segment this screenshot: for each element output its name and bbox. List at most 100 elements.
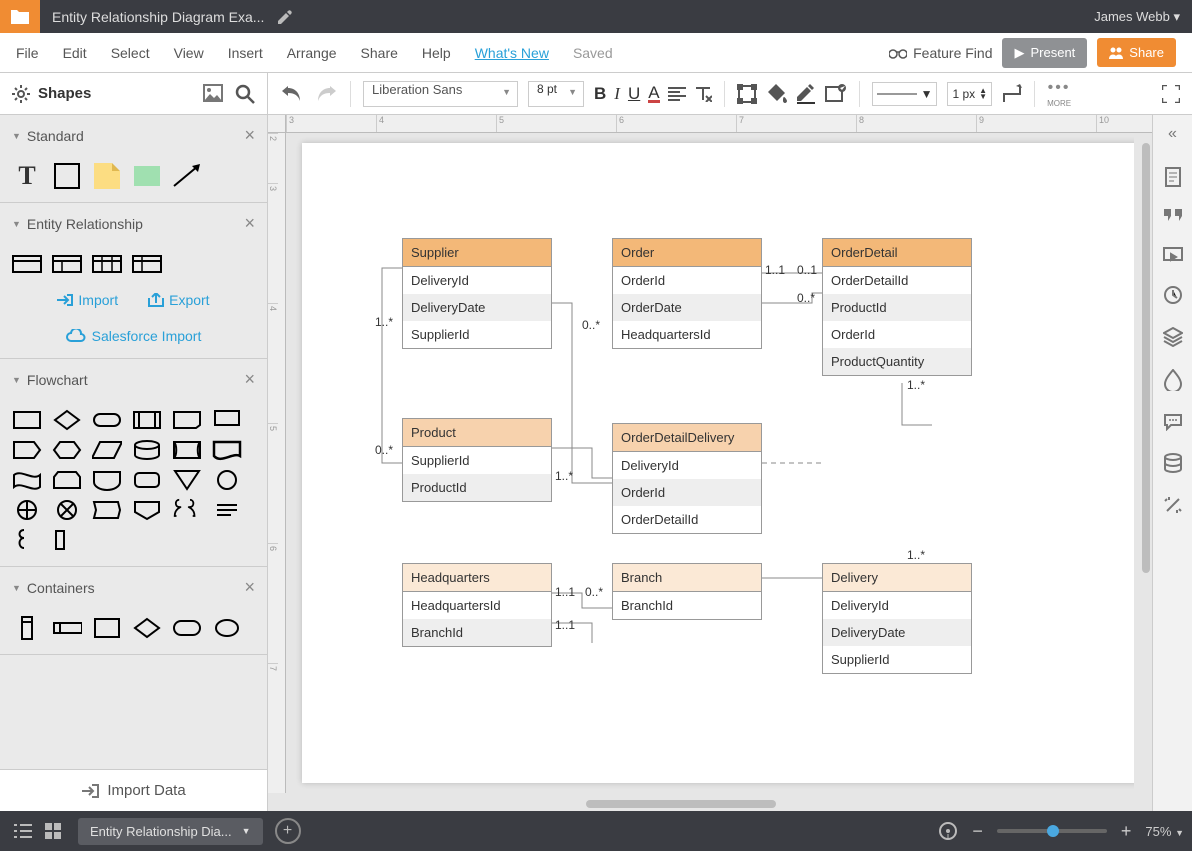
- search-icon[interactable]: [235, 84, 255, 104]
- theme-icon[interactable]: [1164, 369, 1182, 391]
- menu-edit[interactable]: Edit: [51, 45, 99, 61]
- image-icon[interactable]: [203, 84, 223, 102]
- entity-product[interactable]: Product SupplierId ProductId: [402, 418, 552, 502]
- list-view-icon[interactable]: [8, 816, 38, 846]
- flowchart-shape[interactable]: [12, 468, 42, 492]
- salesforce-import-link[interactable]: Salesforce Import: [12, 324, 255, 344]
- font-select[interactable]: Liberation Sans: [363, 81, 518, 107]
- user-menu[interactable]: James Webb ▾: [1082, 9, 1192, 25]
- container-shape[interactable]: [52, 616, 82, 640]
- zoom-slider[interactable]: [997, 829, 1107, 833]
- fill-bucket-icon[interactable]: [767, 84, 787, 104]
- menu-select[interactable]: Select: [99, 45, 162, 61]
- entity-supplier[interactable]: Supplier DeliveryId DeliveryDate Supplie…: [402, 238, 552, 349]
- flowchart-shape[interactable]: [92, 408, 122, 432]
- panel-header-flowchart[interactable]: Flowchart×: [0, 359, 267, 400]
- note-shape[interactable]: [92, 164, 122, 188]
- panel-header-containers[interactable]: Containers×: [0, 567, 267, 608]
- container-shape[interactable]: [212, 616, 242, 640]
- magic-icon[interactable]: [1163, 495, 1183, 515]
- er-shape-2[interactable]: [52, 252, 82, 276]
- flowchart-shape[interactable]: [132, 438, 162, 462]
- container-shape[interactable]: [12, 616, 42, 640]
- bold-button[interactable]: B: [594, 84, 606, 104]
- entity-order-detail[interactable]: OrderDetail OrderDetailId ProductId Orde…: [822, 238, 972, 376]
- align-icon[interactable]: [668, 87, 686, 101]
- flowchart-shape[interactable]: [52, 528, 82, 552]
- er-shape-4[interactable]: [132, 252, 162, 276]
- line-style-select[interactable]: ▼: [872, 82, 938, 106]
- gear-icon[interactable]: [12, 85, 30, 103]
- container-shape[interactable]: [172, 616, 202, 640]
- target-icon[interactable]: [938, 821, 958, 841]
- connector-icon[interactable]: [1002, 84, 1022, 104]
- import-data-button[interactable]: Import Data: [0, 769, 267, 811]
- flowchart-shape[interactable]: [212, 408, 242, 432]
- export-link[interactable]: Export: [148, 292, 209, 308]
- canvas[interactable]: Supplier DeliveryId DeliveryDate Supplie…: [286, 133, 1134, 793]
- history-icon[interactable]: [1163, 285, 1183, 305]
- flowchart-shape[interactable]: [12, 438, 42, 462]
- flowchart-shape[interactable]: [52, 438, 82, 462]
- shape-fill-icon[interactable]: [737, 84, 757, 104]
- block-shape[interactable]: [132, 164, 162, 188]
- er-shape-3[interactable]: [92, 252, 122, 276]
- underline-button[interactable]: U: [628, 84, 640, 104]
- close-icon[interactable]: ×: [244, 369, 255, 390]
- fullscreen-icon[interactable]: [1162, 85, 1180, 103]
- flowchart-shape[interactable]: [92, 468, 122, 492]
- text-shape[interactable]: T: [12, 164, 42, 188]
- vertical-scrollbar[interactable]: [1138, 133, 1152, 775]
- close-icon[interactable]: ×: [244, 577, 255, 598]
- italic-button[interactable]: I: [614, 84, 620, 104]
- container-shape[interactable]: [132, 616, 162, 640]
- page[interactable]: Supplier DeliveryId DeliveryDate Supplie…: [302, 143, 1134, 783]
- flowchart-shape[interactable]: [172, 408, 202, 432]
- menu-arrange[interactable]: Arrange: [275, 45, 349, 61]
- feature-find[interactable]: Feature Find: [889, 45, 992, 61]
- menu-share[interactable]: Share: [349, 45, 410, 61]
- flowchart-shape[interactable]: [52, 498, 82, 522]
- flowchart-shape[interactable]: [12, 528, 42, 552]
- zoom-in-button[interactable]: +: [1121, 821, 1132, 842]
- rect-shape[interactable]: [52, 164, 82, 188]
- font-size-select[interactable]: 8 pt: [528, 81, 584, 107]
- share-button[interactable]: Share: [1097, 38, 1176, 67]
- close-icon[interactable]: ×: [244, 125, 255, 146]
- flowchart-shape[interactable]: [172, 438, 202, 462]
- zoom-out-button[interactable]: −: [972, 821, 983, 842]
- data-icon[interactable]: [1163, 453, 1183, 473]
- comments-icon[interactable]: [1163, 413, 1183, 431]
- container-shape[interactable]: [92, 616, 122, 640]
- menu-insert[interactable]: Insert: [216, 45, 275, 61]
- menu-whats-new[interactable]: What's New: [463, 45, 561, 61]
- menu-file[interactable]: File: [4, 45, 51, 61]
- present-button[interactable]: ▶ Present: [1002, 38, 1087, 68]
- border-color-icon[interactable]: [797, 84, 815, 104]
- flowchart-shape[interactable]: [212, 468, 242, 492]
- undo-button[interactable]: [280, 82, 304, 106]
- font-color-button[interactable]: A: [648, 85, 659, 103]
- page-settings-icon[interactable]: [1164, 167, 1182, 187]
- layers-icon[interactable]: [1163, 327, 1183, 347]
- grid-view-icon[interactable]: [38, 816, 68, 846]
- flowchart-shape[interactable]: [172, 498, 202, 522]
- quote-icon[interactable]: [1164, 209, 1182, 223]
- import-link[interactable]: Import: [57, 292, 118, 308]
- flowchart-shape[interactable]: [12, 408, 42, 432]
- doc-title[interactable]: Entity Relationship Diagram Exa...: [40, 9, 1082, 25]
- entity-delivery[interactable]: Delivery DeliveryId DeliveryDate Supplie…: [822, 563, 972, 674]
- add-page-button[interactable]: +: [275, 818, 301, 844]
- close-icon[interactable]: ×: [244, 213, 255, 234]
- flowchart-shape[interactable]: [92, 438, 122, 462]
- flowchart-shape[interactable]: [212, 498, 242, 522]
- shape-style-icon[interactable]: [825, 84, 847, 104]
- entity-branch[interactable]: Branch BranchId: [612, 563, 762, 620]
- entity-order-detail-delivery[interactable]: OrderDetailDelivery DeliveryId OrderId O…: [612, 423, 762, 534]
- panel-header-standard[interactable]: Standard×: [0, 115, 267, 156]
- er-shape-1[interactable]: [12, 252, 42, 276]
- redo-button[interactable]: [314, 82, 338, 106]
- more-button[interactable]: •••MORE: [1047, 79, 1071, 108]
- zoom-level[interactable]: 75% ▼: [1145, 824, 1184, 839]
- menu-view[interactable]: View: [162, 45, 216, 61]
